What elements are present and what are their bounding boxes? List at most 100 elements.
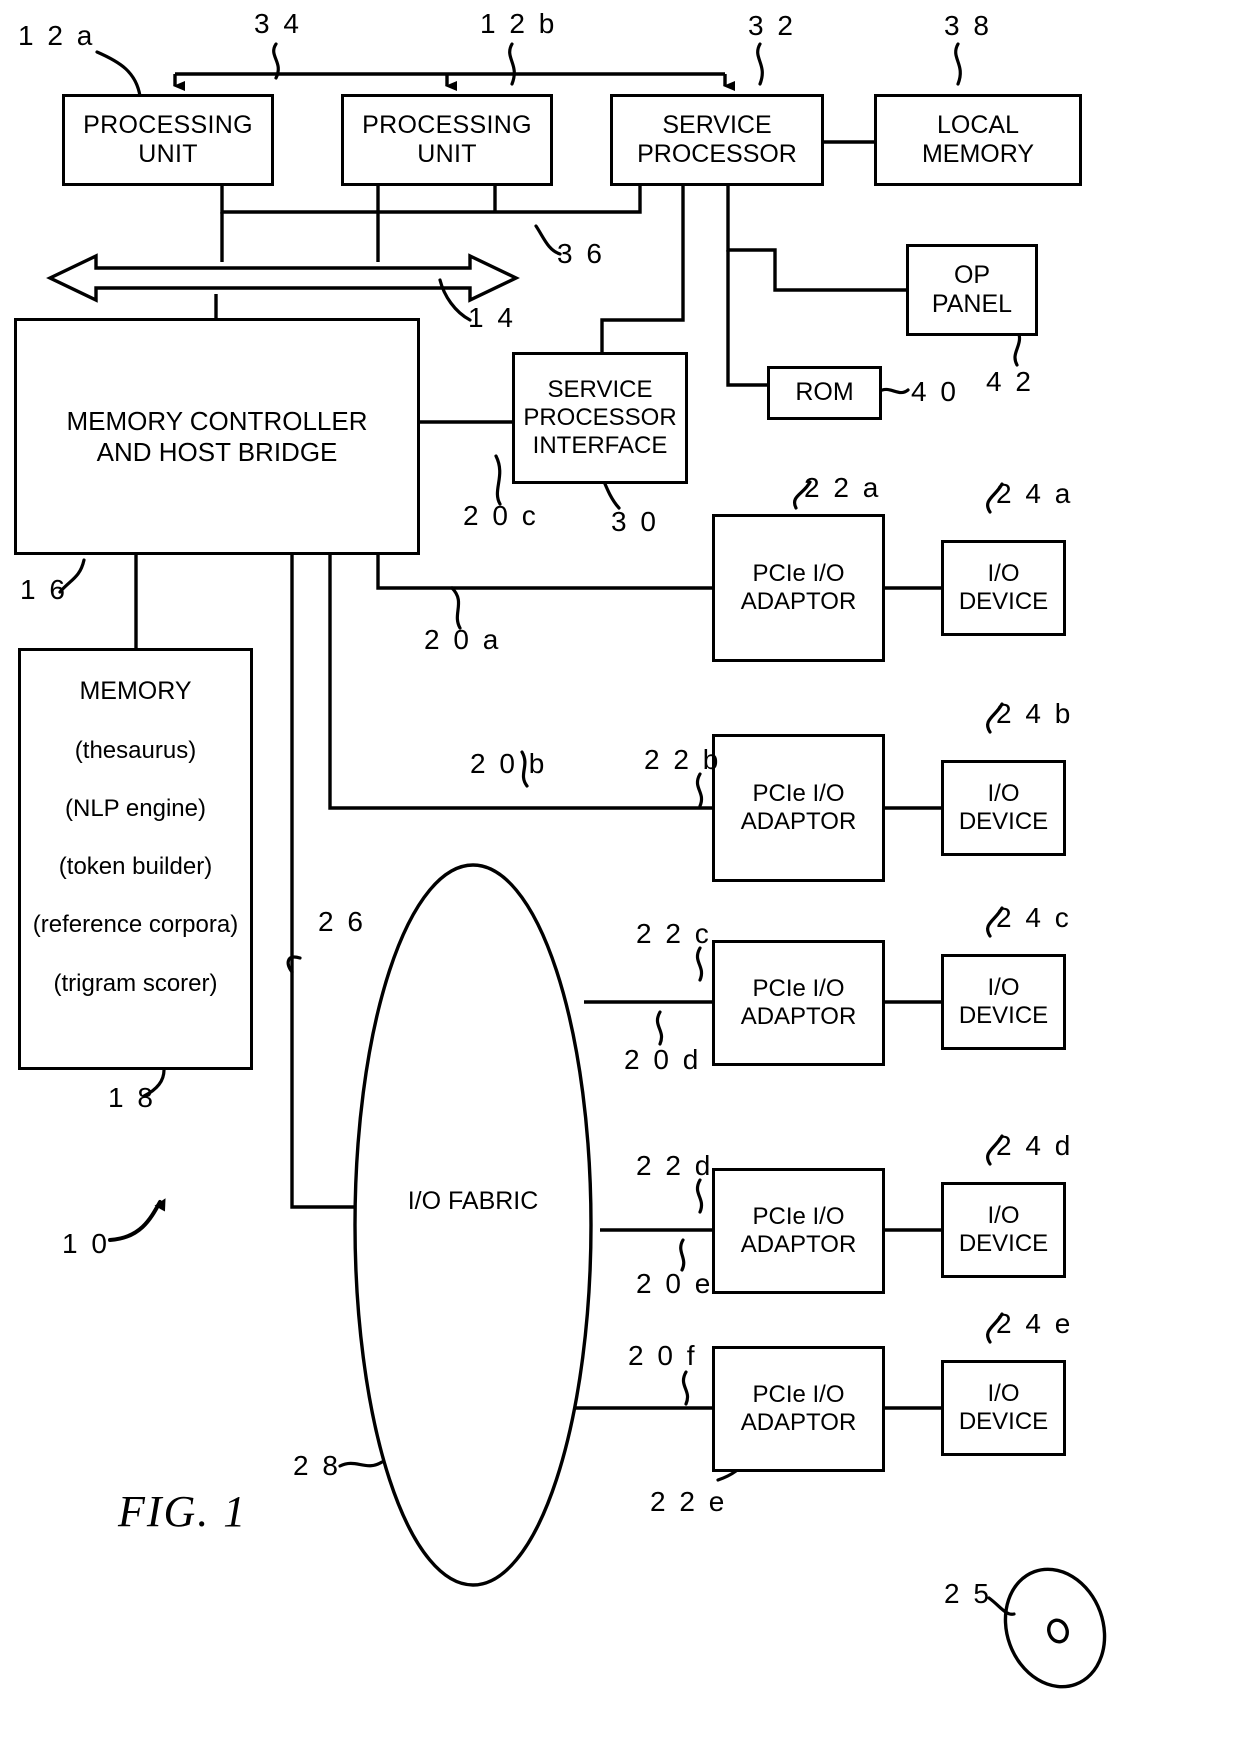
ref-24d: 2 4 d — [996, 1130, 1074, 1161]
block-memory-controller-and-host-bridge[interactable]: MEMORY CONTROLLER AND HOST BRIDGE — [14, 318, 420, 555]
pcie-a-line-1: PCIe I/O — [752, 559, 845, 587]
block-io-device-c[interactable]: I/O DEVICE — [941, 954, 1066, 1050]
ref-20b: 2 0 b — [470, 748, 548, 779]
io-fabric-line-2: FABRIC — [448, 1187, 539, 1215]
leader-20d — [655, 1010, 664, 1046]
pcie-e-line-1: PCIe I/O — [752, 1380, 845, 1408]
memory-item-thesaurus: (thesaurus) — [74, 736, 197, 764]
ref-20e: 2 0 e — [636, 1268, 714, 1299]
block-service-processor-interface[interactable]: SERVICE PROCESSOR INTERFACE — [512, 352, 688, 484]
ref-20f: 2 0 f — [628, 1340, 698, 1371]
local-memory-line-1: LOCAL — [937, 110, 1019, 139]
pcie-b-line-1: PCIe I/O — [752, 779, 845, 807]
block-service-processor[interactable]: SERVICE PROCESSOR — [610, 94, 824, 186]
io-fabric-line-1: I/O — [407, 1187, 442, 1215]
block-processing-unit-a[interactable]: PROCESSING UNIT — [62, 94, 274, 186]
ref-16: 1 6 — [20, 574, 68, 605]
wire-bus-26 — [290, 555, 355, 1209]
ref-24e: 2 4 e — [996, 1308, 1074, 1339]
mouse-icon — [1003, 1567, 1107, 1689]
pcie-d-line-2: ADAPTOR — [740, 1231, 857, 1258]
io-device-b-line-2: DEVICE — [958, 808, 1049, 835]
block-processing-unit-b[interactable]: PROCESSING UNIT — [341, 94, 553, 186]
leader-12a — [95, 50, 142, 98]
processing-unit-a-line-2: UNIT — [138, 140, 198, 168]
ref-20a: 2 0 a — [424, 624, 502, 655]
ref-22c: 2 2 c — [636, 918, 712, 949]
ref-22a: 2 2 a — [804, 472, 882, 503]
ref-28: 2 8 — [293, 1450, 341, 1481]
pcie-a-line-2: ADAPTOR — [740, 588, 857, 615]
block-pcie-io-adaptor-c[interactable]: PCIe I/O ADAPTOR — [712, 940, 885, 1066]
block-io-device-b[interactable]: I/O DEVICE — [941, 760, 1066, 856]
block-pcie-io-adaptor-e[interactable]: PCIe I/O ADAPTOR — [712, 1346, 885, 1472]
pcie-c-line-1: PCIe I/O — [752, 974, 845, 1002]
pcie-b-line-2: ADAPTOR — [740, 808, 857, 835]
memory-item-nlp-engine: (NLP engine) — [65, 794, 206, 822]
io-device-e-line-2: DEVICE — [958, 1408, 1049, 1435]
memory-title: MEMORY — [79, 677, 192, 705]
block-io-device-e[interactable]: I/O DEVICE — [941, 1360, 1066, 1456]
op-panel-line-1: OP — [953, 260, 991, 289]
io-device-b-line-1: I/O — [987, 779, 1020, 807]
wire-sp-to-op-panel — [726, 185, 908, 292]
leader-10 — [108, 1198, 166, 1242]
ref-12a: 1 2 a — [18, 20, 96, 51]
leader-12b — [508, 42, 516, 86]
leader-22d — [695, 1178, 704, 1214]
processing-unit-a-line-1: PROCESSING — [83, 110, 253, 139]
block-rom[interactable]: ROM — [767, 366, 882, 420]
block-pcie-io-adaptor-a[interactable]: PCIe I/O ADAPTOR — [712, 514, 885, 662]
leader-22b — [695, 772, 704, 808]
io-device-c-line-2: DEVICE — [958, 1002, 1049, 1029]
ref-10: 1 0 — [62, 1228, 110, 1259]
leader-20f — [681, 1370, 690, 1406]
rom-label: ROM — [795, 378, 854, 407]
leader-40 — [876, 387, 910, 395]
block-pcie-io-adaptor-b[interactable]: PCIe I/O ADAPTOR — [712, 734, 885, 882]
ref-14: 1 4 — [468, 302, 516, 333]
io-fabric-label: I/O FABRIC — [373, 1186, 573, 1217]
ref-18: 1 8 — [108, 1082, 156, 1113]
leader-34 — [272, 42, 280, 80]
ref-12b: 1 2 b — [480, 8, 558, 39]
leader-28 — [338, 1460, 384, 1468]
leader-14 — [438, 278, 472, 322]
wire-bus-20a — [376, 555, 712, 590]
io-device-a-line-2: DEVICE — [958, 588, 1049, 615]
processing-unit-b-line-1: PROCESSING — [362, 110, 532, 139]
leader-20a — [450, 586, 462, 630]
leader-38 — [954, 42, 962, 86]
ref-24a: 2 4 a — [996, 478, 1074, 509]
leader-25 — [987, 1596, 1016, 1616]
memory-item-trigram-scorer: (trigram scorer) — [53, 969, 218, 997]
pcie-d-line-1: PCIe I/O — [752, 1202, 845, 1230]
wire-sp-to-rom — [726, 250, 768, 387]
ref-24c: 2 4 c — [996, 902, 1072, 933]
op-panel-line-2: PANEL — [931, 290, 1013, 318]
block-local-memory[interactable]: LOCAL MEMORY — [874, 94, 1082, 186]
io-device-a-line-1: I/O — [987, 559, 1020, 587]
memory-controller-line-1: MEMORY CONTROLLER — [66, 405, 368, 436]
leader-20c — [494, 454, 502, 506]
ref-34: 3 4 — [254, 8, 302, 39]
io-fabric-ellipse — [353, 863, 593, 1587]
block-memory[interactable]: MEMORY (thesaurus) (NLP engine) (token b… — [18, 648, 253, 1070]
wire-service-bus-a — [220, 185, 642, 214]
leader-26 — [286, 955, 302, 974]
service-processor-line-2: PROCESSOR — [637, 140, 797, 168]
ref-22b: 2 2 b — [644, 744, 722, 775]
block-pcie-io-adaptor-d[interactable]: PCIe I/O ADAPTOR — [712, 1168, 885, 1294]
block-op-panel[interactable]: OP PANEL — [906, 244, 1038, 336]
figure-label: FIG. 1 — [118, 1487, 248, 1536]
block-io-device-d[interactable]: I/O DEVICE — [941, 1182, 1066, 1278]
ref-30: 3 0 — [611, 506, 659, 537]
spi-line-1: SERVICE — [547, 375, 653, 403]
io-device-c-line-1: I/O — [987, 973, 1020, 1001]
service-processor-line-1: SERVICE — [662, 110, 772, 139]
pcie-e-line-2: ADAPTOR — [740, 1409, 857, 1436]
patent-figure-canvas: PROCESSING UNIT PROCESSING UNIT SERVICE … — [0, 0, 1240, 1738]
memory-item-token-builder: (token builder) — [58, 853, 213, 881]
block-io-device-a[interactable]: I/O DEVICE — [941, 540, 1066, 636]
leader-20e — [679, 1238, 686, 1272]
